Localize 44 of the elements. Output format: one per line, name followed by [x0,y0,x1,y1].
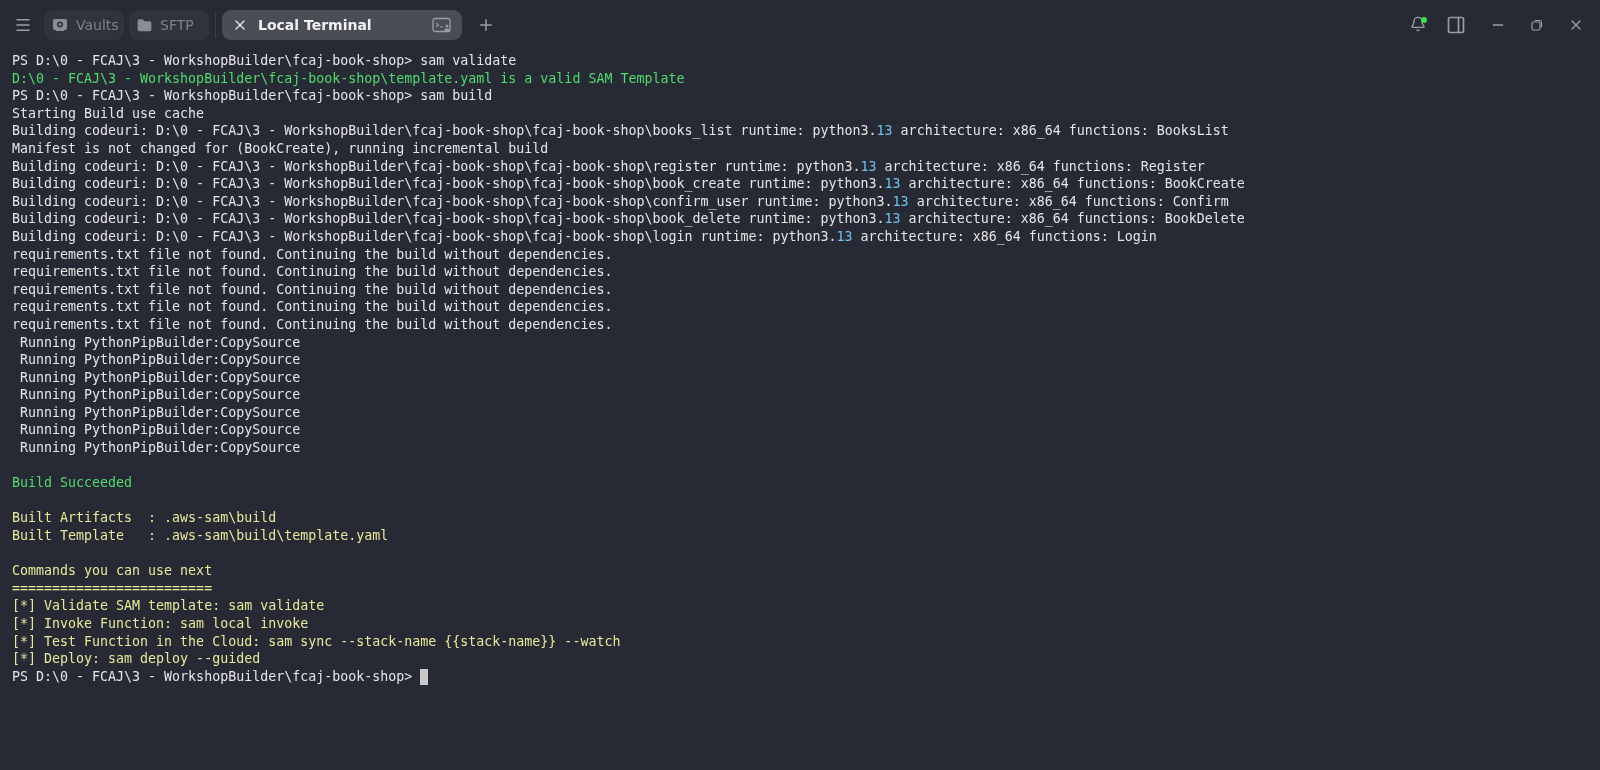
terminal-line: Running PythonPipBuilder:CopySource [19,386,301,404]
terminal-line: requirements.txt file not found. Continuing the build without dependencies. [12,245,613,264]
terminal-line: [*] Validate SAM template: sam validate [12,597,325,615]
terminal-line: requirements.txt file not found. Continuing the build without dependencies. [12,298,613,316]
terminal-line: requirements.txt file not found. Continuing the build without dependencies. [12,280,613,299]
terminal-line: Running PythonPipBuilder:CopySource [19,421,301,440]
tab[interactable]: Vaults [44,10,124,40]
terminal-line: requirements.txt file not found. Continuing the build without dependencies. [12,315,613,334]
terminal-line: Built Artifacts : .aws-sam\build [12,509,277,528]
terminal-line: ========================= [12,579,213,598]
terminal-line: Building codeuri: D:\0 - FCAJ\3 - WorkshopBuilder\fcaj-book-shop\fcaj-book-shop\book_create runtime: python3.13 architecture: x86_64 functions: BookCreate [12,175,1245,193]
terminal-line: Manifest is not changed for (BookCreate), running incremental build [12,139,549,158]
tab[interactable]: SFTP [129,10,209,40]
terminal-line: requirements.txt file not found. Continuing the build without dependencies. [12,263,613,281]
terminal-line: Running PythonPipBuilder:CopySource [19,351,301,369]
terminal-line: PS D:\0 - FCAJ\3 - WorkshopBuilder\fcaj-book-shop> sam validate [12,52,517,70]
tab[interactable]: Local Terminal [222,10,462,40]
terminal-line: Running PythonPipBuilder:CopySource [19,439,301,457]
terminal-line: Building codeuri: D:\0 - FCAJ\3 - WorkshopBuilder\fcaj-book-shop\fcaj-book-shop\books_list runtime: python3.13 architecture: x86_64 functions: BooksList [12,122,1229,140]
vault-icon [52,17,68,33]
terminal-line: Building codeuri: D:\0 - FCAJ\3 - WorkshopBuilder\fcaj-book-shop\fcaj-book-shop\confirm_user runtime: python3.13 architecture: x86_64 functions: Confirm [12,192,1229,211]
terminal-line: [*] Test Function in the Cloud: sam sync --stack-name {{stack-name}} --watch [12,632,621,651]
new-tab-icon[interactable] [477,16,495,34]
terminal-line: Running PythonPipBuilder:CopySource [19,403,301,422]
restore-icon[interactable] [1530,18,1544,32]
notification-bell-icon[interactable] [1410,16,1428,34]
menu-icon[interactable] [14,16,32,34]
terminal-line: D:\0 - FCAJ\3 - WorkshopBuilder\fcaj-book-shop\template.yaml is a valid SAM Template [12,69,685,88]
terminal-line: Commands you can use next [12,562,213,580]
folder-icon [137,17,152,33]
terminal-line: Build Succeeded [12,474,133,492]
terminal-line: Building codeuri: D:\0 - FCAJ\3 - WorkshopBuilder\fcaj-book-shop\fcaj-book-shop\login runtime: python3.13 architecture: x86_64 functions: Login [12,227,1157,246]
terminal-line: Building codeuri: D:\0 - FCAJ\3 - WorkshopBuilder\fcaj-book-shop\fcaj-book-shop\register runtime: python3.13 architecture: x86_64 functions: Register [12,157,1205,176]
terminal-line: Starting Build use cache [12,104,205,123]
terminal-line: Building codeuri: D:\0 - FCAJ\3 - WorkshopBuilder\fcaj-book-shop\fcaj-book-shop\book_delete runtime: python3.13 architecture: x86_64 functions: BookDelete [12,210,1245,228]
terminal-line: PS D:\0 - FCAJ\3 - WorkshopBuilder\fcaj-book-shop> sam build [12,87,493,105]
terminal-line: PS D:\0 - FCAJ\3 - WorkshopBuilder\fcaj-book-shop> [12,667,414,686]
terminal-line: Running PythonPipBuilder:CopySource [19,333,301,352]
terminal-line: [*] Deploy: sam deploy --guided [12,650,261,668]
side-panel-icon[interactable] [1446,15,1466,35]
terminal-line: [*] Invoke Function: sam local invoke [12,615,309,633]
terminal-line: Built Template : .aws-sam\build\template.yaml [12,527,389,545]
terminal-line: Running PythonPipBuilder:CopySource [19,368,301,387]
terminal-icon[interactable] [432,17,452,33]
